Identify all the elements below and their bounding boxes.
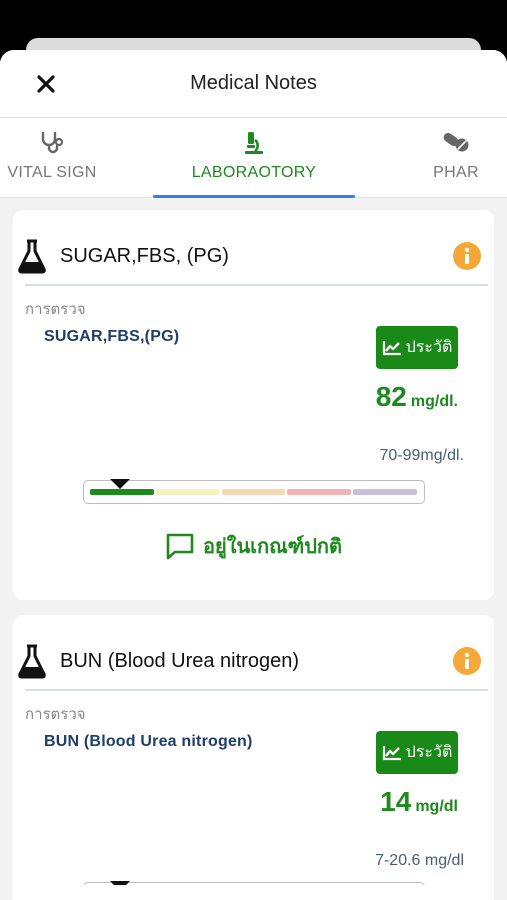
level-gauge-clipped (13, 877, 494, 885)
lab-results-list[interactable]: SUGAR,FBS, (PG) การตรวจ SUGAR,FBS,(PG) ป… (0, 198, 507, 900)
flask-icon (18, 239, 46, 274)
tab-pharmacy[interactable]: PHAR (420, 118, 492, 198)
reference-range: 70-99mg/dl. (379, 447, 465, 464)
result-value: 82 mg/dl. (376, 381, 458, 413)
tab-label-vital-sign: VITAL SIGN (7, 164, 97, 181)
history-button[interactable]: ประวัติ (376, 731, 458, 774)
exam-label: การตรวจ (25, 706, 86, 723)
chart-icon (382, 340, 401, 355)
card-title: SUGAR,FBS, (PG) (60, 245, 229, 267)
divider (25, 689, 488, 691)
value-number: 14 (380, 786, 412, 817)
result-value: 14 mg/dl (380, 786, 458, 818)
pills-icon (443, 132, 469, 152)
gauge-segment-3 (222, 489, 285, 495)
tab-vital-sign[interactable]: VITAL SIGN (4, 118, 100, 198)
flask-icon (18, 644, 46, 679)
microscope-icon (245, 132, 263, 154)
value-number: 82 (375, 381, 407, 412)
gauge-segment-4 (287, 489, 351, 495)
history-button[interactable]: ประวัติ (376, 326, 458, 369)
info-icon (464, 247, 470, 264)
lab-result-card: SUGAR,FBS, (PG) การตรวจ SUGAR,FBS,(PG) ป… (13, 210, 494, 600)
gauge-segment-5 (353, 489, 417, 495)
tab-laboratory[interactable]: LABORAOTORY (153, 118, 355, 198)
info-button[interactable] (453, 647, 481, 675)
tab-bar: VITAL SIGN LABORAOTORY PHAR (0, 118, 507, 198)
medical-notes-sheet: Medical Notes VITAL SIGN LABORAOTORY PHA… (0, 50, 507, 900)
tab-label-laboratory: LABORAOTORY (191, 164, 317, 181)
status-text: อยู่ในเกณฑ์ปกติ (202, 536, 343, 558)
speech-bubble-icon (166, 533, 194, 560)
gauge-marker (109, 881, 130, 885)
history-label: ประวัติ (405, 339, 453, 356)
card-header: BUN (Blood Urea nitrogen) (13, 615, 494, 691)
lab-result-card: BUN (Blood Urea nitrogen) การตรวจ BUN (B… (13, 615, 494, 900)
tab-label-pharmacy: PHAR (433, 164, 479, 181)
gauge-marker (109, 479, 130, 489)
header: Medical Notes (0, 50, 507, 118)
value-unit: mg/dl (415, 798, 458, 815)
status-message: อยู่ในเกณฑ์ปกติ (13, 530, 494, 562)
gauge-segment-2 (156, 489, 219, 495)
info-icon (464, 652, 470, 669)
exam-label: การตรวจ (25, 301, 86, 318)
level-gauge (83, 479, 425, 504)
level-gauge (83, 881, 425, 885)
stethoscope-icon (41, 131, 64, 154)
card-title: BUN (Blood Urea nitrogen) (60, 650, 299, 672)
reference-range: 7-20.6 mg/dl (375, 852, 464, 869)
test-name: BUN (Blood Urea nitrogen) (44, 733, 253, 750)
chart-icon (382, 745, 401, 760)
value-unit: mg/dl. (410, 393, 458, 410)
gauge-segment-normal (90, 489, 154, 495)
divider (25, 284, 488, 286)
test-name: SUGAR,FBS,(PG) (44, 328, 180, 345)
info-button[interactable] (453, 242, 481, 270)
card-header: SUGAR,FBS, (PG) (13, 210, 494, 286)
history-label: ประวัติ (405, 744, 453, 761)
page-title: Medical Notes (190, 72, 317, 94)
